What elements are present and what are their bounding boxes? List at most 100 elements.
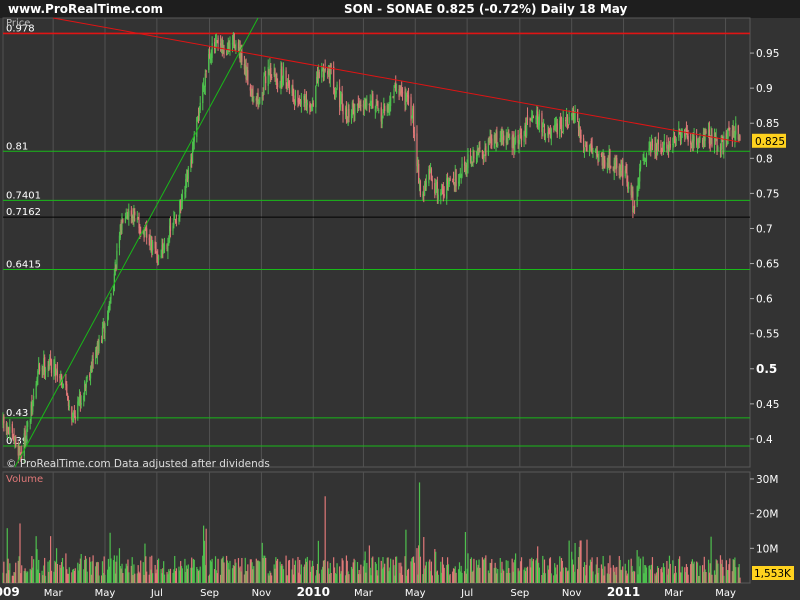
- volume-bar: [86, 571, 88, 583]
- candle-body: [342, 105, 344, 115]
- volume-bar: [366, 562, 368, 583]
- candle-body: [187, 167, 189, 179]
- candle-body: [110, 293, 112, 299]
- candle-body: [455, 169, 457, 187]
- volume-bar: [80, 554, 82, 583]
- volume-bar: [705, 572, 707, 583]
- x-tick-label: Nov: [562, 588, 582, 599]
- stock-chart: 0.95 0.9 0.85 0.8 0.75 0.7 0.65 0.6 0.55 0.5 0.45 0…: [0, 17, 794, 599]
- candle-body: [669, 143, 671, 148]
- y-tick-label: 0.6: [756, 294, 773, 306]
- volume-bar: [693, 561, 695, 583]
- volume-bar: [485, 555, 487, 583]
- y-tick-label: 0.55: [756, 329, 779, 341]
- price-panel-footer: © ProRealTime.com Data adjusted after di…: [6, 458, 270, 470]
- candle-body: [348, 108, 350, 118]
- candle-body: [622, 164, 624, 178]
- candle-body: [657, 140, 659, 145]
- candle-body: [693, 136, 695, 142]
- volume-bar: [110, 558, 112, 583]
- candle-body: [407, 95, 410, 99]
- volume-bar: [413, 562, 416, 583]
- candle-body: [3, 416, 5, 424]
- candle-body: [639, 160, 642, 169]
- y-tick-label: 0.8: [756, 153, 773, 165]
- volume-bar: [27, 571, 29, 583]
- candle-body: [651, 140, 654, 147]
- candle-body: [610, 166, 612, 168]
- volume-bar: [633, 571, 636, 583]
- x-tick-label: May: [405, 588, 426, 599]
- volume-bar: [360, 564, 362, 583]
- candle-body: [633, 205, 636, 208]
- candle-body: [568, 117, 570, 124]
- y-tick-label: 0.75: [756, 188, 779, 200]
- candle-body: [11, 424, 13, 433]
- candle-body: [233, 33, 235, 47]
- volume-bar: [378, 557, 380, 583]
- candle-body: [425, 180, 427, 187]
- candle-body: [205, 70, 207, 72]
- candle-body: [335, 91, 337, 94]
- candle-body: [128, 210, 130, 219]
- volume-bar: [211, 558, 213, 583]
- volume-bar: [193, 559, 195, 583]
- candle-body: [62, 383, 64, 388]
- volume-bar: [235, 562, 237, 583]
- volume-bar: [622, 566, 624, 583]
- candle-body: [235, 43, 237, 50]
- candle-body: [217, 37, 219, 44]
- candle-body: [285, 70, 287, 82]
- candle-body: [169, 223, 172, 231]
- volume-bar: [580, 540, 582, 583]
- price-panel-label: Price: [6, 18, 30, 29]
- volume-bar: [163, 574, 166, 583]
- candle-body: [520, 135, 523, 141]
- y-tick-label: 0.7: [756, 223, 773, 235]
- volume-bar: [443, 567, 445, 583]
- volume-bar: [372, 556, 374, 583]
- volume-bar: [562, 567, 564, 583]
- x-tick-label: May: [715, 588, 736, 599]
- x-tick-label: Mar: [354, 588, 374, 599]
- candle-body: [609, 150, 611, 167]
- volume-bar: [550, 573, 552, 583]
- candle-body: [38, 365, 41, 372]
- volume-bar: [312, 565, 314, 583]
- candle-body: [146, 228, 148, 238]
- candle-body: [663, 141, 665, 145]
- candle-body: [497, 143, 499, 146]
- current-volume-label: 1,553K: [754, 568, 792, 580]
- x-tick-label: Mar: [664, 588, 684, 599]
- volume-bar: [675, 572, 677, 583]
- candle-body: [211, 43, 213, 58]
- candle-body: [604, 160, 606, 167]
- volume-bar: [152, 573, 154, 583]
- volume-bar: [116, 555, 118, 583]
- candle-body: [580, 134, 582, 139]
- candle-body: [562, 117, 564, 132]
- candle-body: [203, 84, 205, 86]
- candle-body: [306, 102, 308, 106]
- candle-body: [582, 138, 585, 148]
- candle-body: [723, 135, 725, 152]
- volume-bar: [253, 566, 255, 583]
- candle-body: [491, 138, 493, 146]
- volume-bar: [598, 567, 600, 583]
- volume-y-tick-label: 30M: [756, 474, 778, 486]
- candle-body: [265, 76, 267, 84]
- volume-bar: [663, 567, 665, 583]
- candle-body: [98, 340, 100, 351]
- volume-bar: [50, 570, 53, 583]
- volume-bar: [3, 561, 5, 583]
- volume-bar: [276, 558, 279, 583]
- candle-body: [675, 138, 677, 142]
- volume-bar: [574, 542, 576, 583]
- volume-bar: [21, 565, 23, 583]
- candle-body: [86, 376, 88, 379]
- volume-bar: [199, 566, 201, 583]
- x-tick-label: May: [95, 588, 116, 599]
- candle-body: [288, 87, 291, 94]
- volume-bar: [390, 558, 392, 583]
- candle-body: [33, 396, 35, 400]
